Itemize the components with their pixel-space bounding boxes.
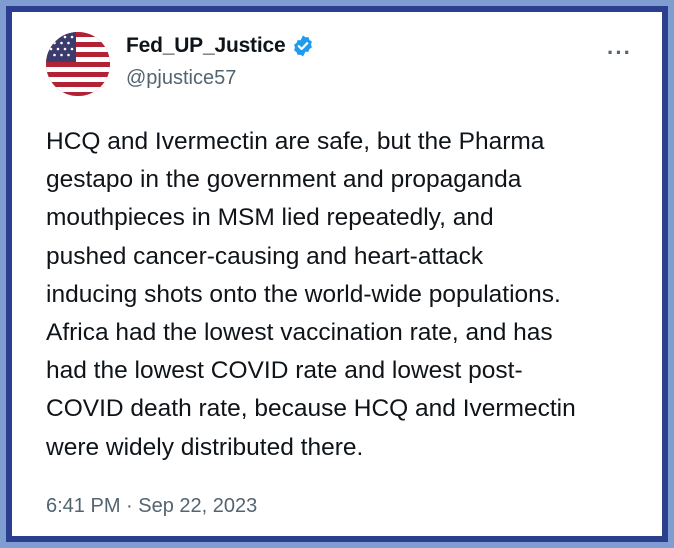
outer-frame: Fed_UP_Justice @pjustice57 ··· HCQ and I… [0,0,674,548]
display-name[interactable]: Fed_UP_Justice [126,34,286,58]
more-options-icon[interactable]: ··· [607,42,632,64]
inner-frame: Fed_UP_Justice @pjustice57 ··· HCQ and I… [6,6,668,542]
tweet-card: Fed_UP_Justice @pjustice57 ··· HCQ and I… [12,12,662,536]
tweet-timestamp[interactable]: 6:41 PM · Sep 22, 2023 [46,495,257,518]
user-handle[interactable]: @pjustice57 [126,67,236,90]
american-flag-icon [46,32,110,96]
verified-badge-icon [291,34,315,58]
tweet-text: HCQ and Ivermectin are safe, but the Pha… [46,128,576,461]
author-name-row[interactable]: Fed_UP_Justice [126,34,315,58]
avatar[interactable] [46,32,110,96]
